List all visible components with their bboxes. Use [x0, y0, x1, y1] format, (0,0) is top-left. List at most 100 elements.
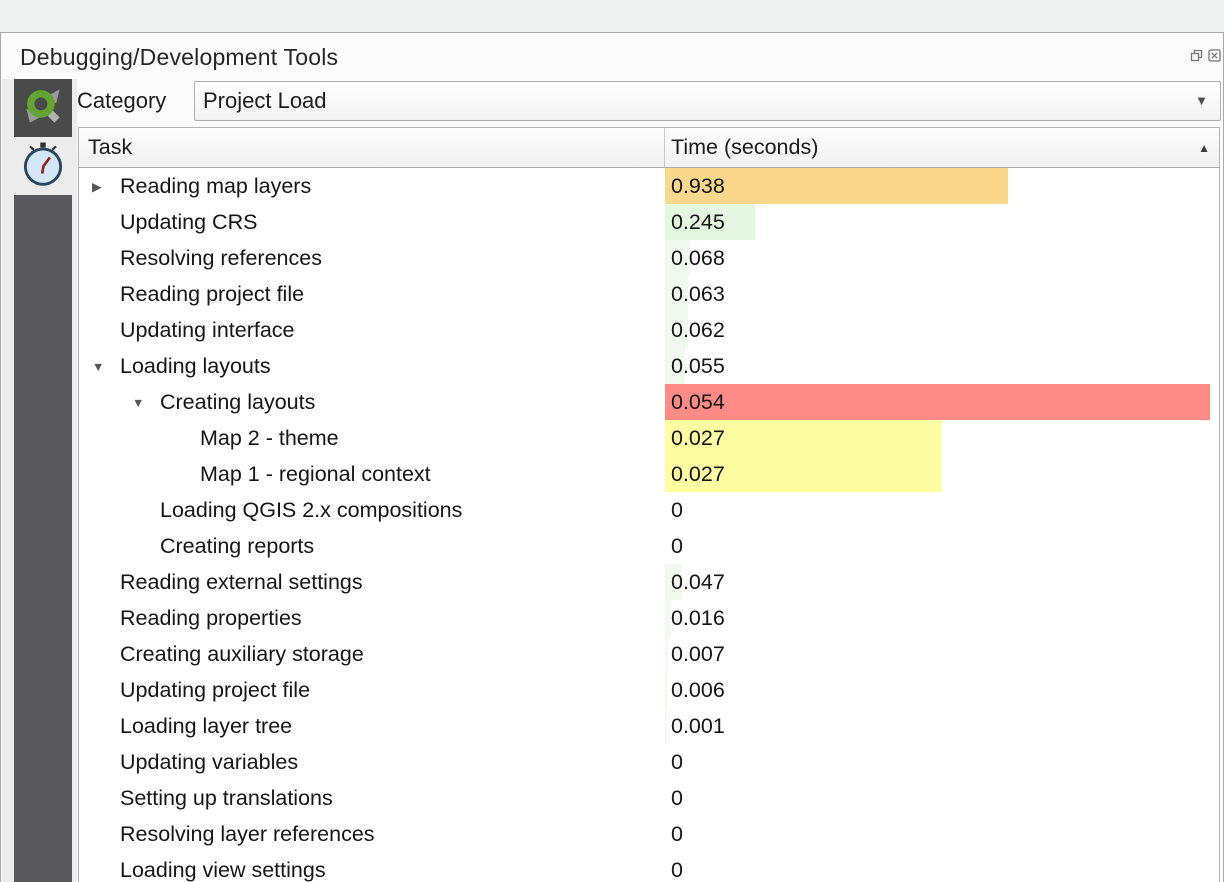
table-row[interactable]: Loading view settings 0 — [79, 852, 1219, 882]
task-name: Loading view settings — [120, 858, 326, 882]
task-name: Reading map layers — [120, 174, 311, 199]
table-row[interactable]: Updating project file 0.006 — [79, 672, 1219, 708]
table-row[interactable]: Resolving references 0.068 — [79, 240, 1219, 276]
time-cell[interactable]: 0.938 — [665, 168, 1219, 204]
time-cell[interactable]: 0.055 — [665, 348, 1219, 384]
task-cell[interactable]: Map 2 - theme — [79, 420, 665, 456]
task-cell[interactable]: Setting up translations — [79, 780, 665, 816]
tree-expander-icon[interactable] — [92, 258, 120, 259]
time-cell[interactable]: 0.068 — [665, 240, 1219, 276]
time-cell[interactable]: 0.027 — [665, 456, 1219, 492]
time-cell[interactable]: 0 — [665, 492, 1219, 528]
time-cell[interactable]: 0.063 — [665, 276, 1219, 312]
task-cell[interactable]: Loading view settings — [79, 852, 665, 882]
table-row[interactable]: Map 1 - regional context 0.027 — [79, 456, 1219, 492]
time-cell[interactable]: 0.006 — [665, 672, 1219, 708]
time-cell[interactable]: 0.027 — [665, 420, 1219, 456]
panel-title: Debugging/Development Tools — [20, 33, 338, 81]
category-dropdown[interactable]: Project Load ▼ — [194, 81, 1221, 121]
time-cell[interactable]: 0.007 — [665, 636, 1219, 672]
table-row[interactable]: ▼ Loading layouts 0.055 — [79, 348, 1219, 384]
table-row[interactable]: Resolving layer references 0 — [79, 816, 1219, 852]
time-cell[interactable]: 0.062 — [665, 312, 1219, 348]
panel-titlebar: Debugging/Development Tools — [1, 33, 1223, 79]
task-cell[interactable]: ▶ Reading map layers — [79, 168, 665, 204]
task-cell[interactable]: Updating CRS — [79, 204, 665, 240]
sidebar-tab-qgis-logo[interactable] — [14, 79, 72, 137]
column-header-time[interactable]: Time (seconds) ▲ — [665, 128, 1219, 167]
tree-expander-icon[interactable] — [92, 222, 120, 223]
tree-expander-icon[interactable] — [92, 762, 120, 763]
time-cell[interactable]: 0 — [665, 780, 1219, 816]
task-cell[interactable]: Loading QGIS 2.x compositions — [79, 492, 665, 528]
time-cell[interactable]: 0 — [665, 528, 1219, 564]
table-row[interactable]: Updating variables 0 — [79, 744, 1219, 780]
time-cell[interactable]: 0.016 — [665, 600, 1219, 636]
task-cell[interactable]: Loading layer tree — [79, 708, 665, 744]
tree-indent — [92, 438, 172, 439]
tree-expander-icon[interactable]: ▼ — [92, 359, 120, 374]
table-row[interactable]: Creating reports 0 — [79, 528, 1219, 564]
table-row[interactable]: Loading layer tree 0.001 — [79, 708, 1219, 744]
time-value: 0 — [665, 780, 1219, 816]
time-cell[interactable]: 0 — [665, 816, 1219, 852]
task-cell[interactable]: Reading external settings — [79, 564, 665, 600]
table-row[interactable]: Reading properties 0.016 — [79, 600, 1219, 636]
task-cell[interactable]: Resolving layer references — [79, 816, 665, 852]
column-header-task[interactable]: Task — [79, 128, 665, 167]
tree-expander-icon[interactable] — [92, 618, 120, 619]
tree-expander-icon[interactable] — [92, 294, 120, 295]
tree-expander-icon[interactable] — [92, 798, 120, 799]
table-row[interactable]: Reading project file 0.063 — [79, 276, 1219, 312]
task-cell[interactable]: Creating reports — [79, 528, 665, 564]
task-cell[interactable]: Creating auxiliary storage — [79, 636, 665, 672]
table-row[interactable]: Loading QGIS 2.x compositions 0 — [79, 492, 1219, 528]
task-cell[interactable]: Resolving references — [79, 240, 665, 276]
task-cell[interactable]: Updating interface — [79, 312, 665, 348]
task-cell[interactable]: Updating variables — [79, 744, 665, 780]
task-cell[interactable]: Map 1 - regional context — [79, 456, 665, 492]
table-row[interactable]: Updating interface 0.062 — [79, 312, 1219, 348]
time-cell[interactable]: 0.054 — [665, 384, 1219, 420]
time-cell[interactable]: 0.001 — [665, 708, 1219, 744]
table-row[interactable]: Setting up translations 0 — [79, 780, 1219, 816]
task-cell[interactable]: ▼ Creating layouts — [79, 384, 665, 420]
close-icon[interactable] — [1208, 49, 1221, 62]
tree-expander-icon[interactable]: ▼ — [132, 395, 160, 410]
task-cell[interactable]: ▼ Loading layouts — [79, 348, 665, 384]
table-row[interactable]: Updating CRS 0.245 — [79, 204, 1219, 240]
table-row[interactable]: Creating auxiliary storage 0.007 — [79, 636, 1219, 672]
sort-ascending-icon[interactable]: ▲ — [1198, 128, 1210, 168]
time-cell[interactable]: 0.245 — [665, 204, 1219, 240]
table-row[interactable]: Reading external settings 0.047 — [79, 564, 1219, 600]
time-cell[interactable]: 0 — [665, 744, 1219, 780]
task-name: Resolving references — [120, 246, 322, 271]
time-cell[interactable]: 0.047 — [665, 564, 1219, 600]
task-cell[interactable]: Updating project file — [79, 672, 665, 708]
tree-expander-icon[interactable] — [92, 726, 120, 727]
sidebar-tab-profiler[interactable] — [14, 137, 72, 195]
tree-expander-icon[interactable]: ▶ — [92, 178, 120, 194]
tool-tabbar — [2, 79, 77, 882]
tree-expander-icon[interactable] — [172, 438, 200, 439]
float-window-icon[interactable] — [1190, 49, 1203, 62]
tree-expander-icon[interactable] — [172, 474, 200, 475]
profiler-table: Task Time (seconds) ▲ ▶ Reading map laye… — [78, 127, 1220, 882]
tree-expander-icon[interactable] — [92, 834, 120, 835]
table-row[interactable]: Map 2 - theme 0.027 — [79, 420, 1219, 456]
tree-expander-icon[interactable] — [132, 510, 160, 511]
tree-indent — [92, 474, 172, 475]
tree-expander-icon[interactable] — [92, 330, 120, 331]
task-cell[interactable]: Reading properties — [79, 600, 665, 636]
category-label: Category — [77, 81, 166, 121]
table-row[interactable]: ▶ Reading map layers 0.938 — [79, 168, 1219, 204]
tree-expander-icon[interactable] — [92, 870, 120, 871]
time-cell[interactable]: 0 — [665, 852, 1219, 882]
tree-expander-icon[interactable] — [92, 690, 120, 691]
time-value: 0.938 — [665, 168, 1219, 204]
tree-expander-icon[interactable] — [92, 582, 120, 583]
tree-expander-icon[interactable] — [132, 546, 160, 547]
table-row[interactable]: ▼ Creating layouts 0.054 — [79, 384, 1219, 420]
task-cell[interactable]: Reading project file — [79, 276, 665, 312]
tree-expander-icon[interactable] — [92, 654, 120, 655]
